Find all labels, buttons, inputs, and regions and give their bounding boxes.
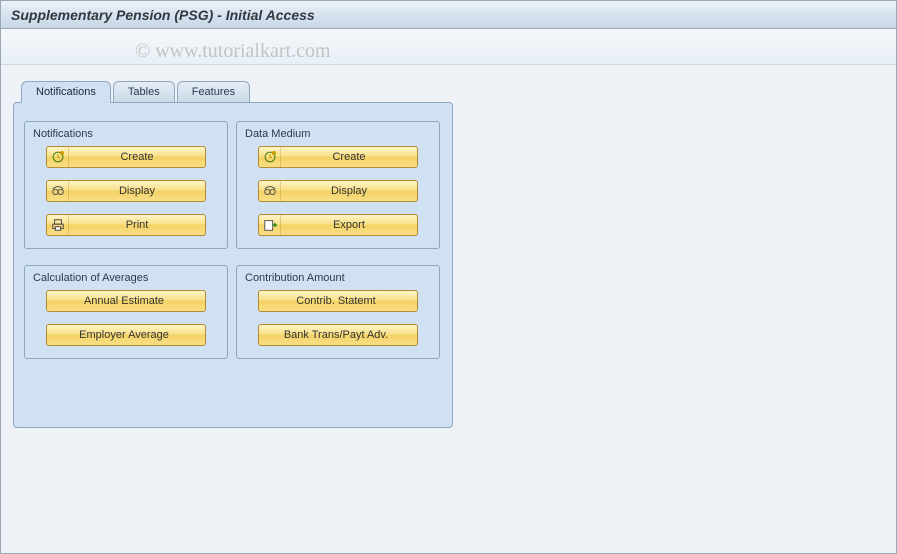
page-title: Supplementary Pension (PSG) - Initial Ac… [11,7,315,23]
button-label: Annual Estimate [47,295,205,307]
tab-tables[interactable]: Tables [113,81,175,103]
group-title-notifications: Notifications [29,128,97,140]
button-data-medium-display[interactable]: Display [258,180,418,202]
button-label: Employer Average [47,329,205,341]
button-label: Create [281,151,417,163]
group-calc-averages: Calculation of Averages Annual Estimate … [24,265,228,359]
group-title-data-medium: Data Medium [241,128,314,140]
tab-features[interactable]: Features [177,81,250,103]
button-label: Display [281,185,417,197]
content-area: Notifications Tables Features Notificati… [1,65,896,553]
button-notifications-display[interactable]: Display [46,180,206,202]
button-data-medium-export[interactable]: Export [258,214,418,236]
print-icon [47,215,69,235]
group-title-calc-averages: Calculation of Averages [29,272,152,284]
button-employer-average[interactable]: Employer Average [46,324,206,346]
export-icon [259,215,281,235]
display-icon [47,181,69,201]
group-contribution-amount: Contribution Amount Contrib. Statemt Ban… [236,265,440,359]
button-label: Bank Trans/Payt Adv. [259,329,417,341]
tabstrip: Notifications Tables Features [13,81,884,103]
button-label: Export [281,219,417,231]
group-data-medium: Data Medium Create Display [236,121,440,249]
button-contrib-statemt[interactable]: Contrib. Statemt [258,290,418,312]
button-label: Contrib. Statemt [259,295,417,307]
create-icon [47,147,69,167]
title-bar: Supplementary Pension (PSG) - Initial Ac… [1,1,896,29]
button-label: Create [69,151,205,163]
tab-notifications[interactable]: Notifications [21,81,111,103]
button-bank-trans-payt-adv[interactable]: Bank Trans/Payt Adv. [258,324,418,346]
button-notifications-print[interactable]: Print [46,214,206,236]
create-icon [259,147,281,167]
button-annual-estimate[interactable]: Annual Estimate [46,290,206,312]
button-label: Print [69,219,205,231]
group-notifications: Notifications Create Display [24,121,228,249]
tab-panel-notifications: Notifications Create Display [13,102,453,428]
application-toolbar [1,29,896,65]
button-notifications-create[interactable]: Create [46,146,206,168]
display-icon [259,181,281,201]
group-title-contribution: Contribution Amount [241,272,349,284]
button-data-medium-create[interactable]: Create [258,146,418,168]
button-label: Display [69,185,205,197]
